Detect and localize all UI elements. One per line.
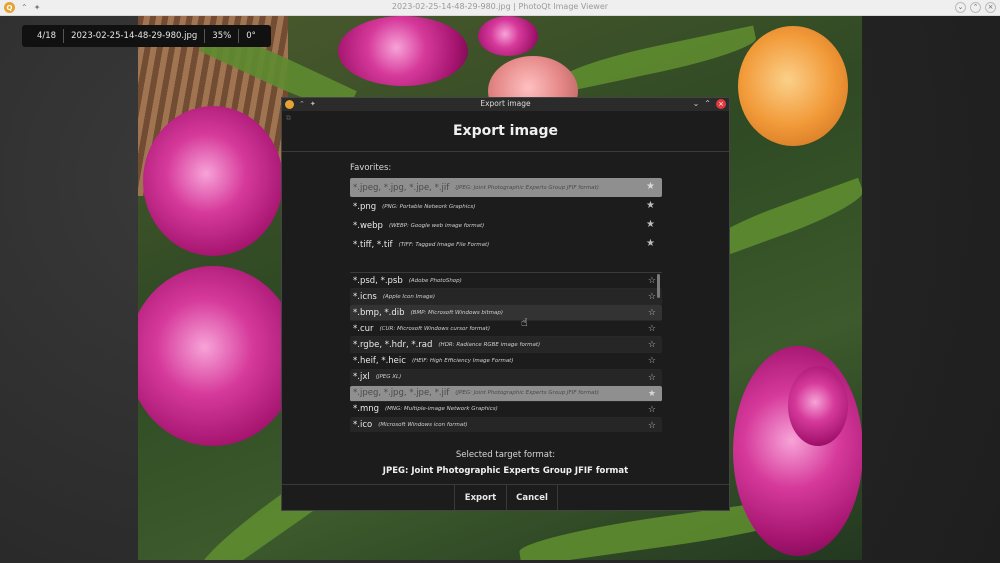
- format-extensions: *.ico: [353, 420, 373, 431]
- format-description: (Apple Icon Image): [382, 293, 435, 300]
- format-description: (CUR: Microsoft Windows cursor format): [379, 325, 490, 332]
- format-description: (JPEG: Joint Photographic Experts Group …: [455, 390, 599, 397]
- favorite-item[interactable]: *.webp (WEBP: Google web image format) ★: [350, 216, 662, 235]
- format-extensions: *.mng: [353, 404, 380, 415]
- format-extensions: *.jxl: [353, 372, 370, 383]
- orchid-flower: [478, 16, 538, 56]
- maximize-icon[interactable]: ⌃: [970, 2, 981, 13]
- format-extensions: *.bmp, *.dib: [353, 307, 405, 318]
- format-extensions: *.cur: [353, 323, 374, 334]
- popout-icon[interactable]: ⧉: [286, 114, 291, 123]
- close-icon[interactable]: ×: [985, 2, 996, 13]
- format-item[interactable]: *.jxl (JPEG XL) ☆: [350, 369, 662, 386]
- export-button[interactable]: Export: [454, 485, 506, 510]
- export-dialog: ⌃ ✦ Export image ⌄ ⌃ × ⧉ Export image Fa…: [281, 97, 730, 511]
- window-title: 2023-02-25-14-48-29-980.jpg | PhotoQt Im…: [391, 2, 609, 11]
- cancel-button[interactable]: Cancel: [506, 485, 558, 510]
- filename-label: 2023-02-25-14-48-29-980.jpg: [64, 29, 206, 43]
- star-icon[interactable]: ★: [646, 219, 655, 231]
- close-icon[interactable]: ×: [716, 99, 726, 109]
- format-item[interactable]: *.bmp, *.dib (BMP: Microsoft Windows bit…: [350, 305, 662, 322]
- window-controls: ⌄ ⌃ ×: [955, 2, 996, 13]
- star-outline-icon[interactable]: ☆: [648, 420, 656, 432]
- dialog-title: Export image: [480, 99, 531, 108]
- format-description: (WEBP: Google web image format): [388, 222, 485, 229]
- star-outline-icon[interactable]: ☆: [648, 291, 656, 303]
- orchid-flower: [143, 106, 283, 256]
- dialog-controls: ⌄ ⌃ ×: [693, 99, 726, 109]
- format-description: (BMP: Microsoft Windows bitmap): [410, 309, 503, 316]
- format-list[interactable]: *.psd, *.psb (Adobe PhotoShop) ☆ *.icns …: [350, 272, 662, 432]
- orchid-flower: [738, 26, 848, 146]
- hand-cursor-icon: ☝: [521, 316, 528, 329]
- star-outline-icon[interactable]: ☆: [648, 372, 656, 384]
- star-outline-icon[interactable]: ☆: [648, 404, 656, 416]
- format-item[interactable]: *.rgbe, *.hdr, *.rad (HDR: Radiance RGBE…: [350, 337, 662, 354]
- star-icon[interactable]: ★: [648, 388, 656, 400]
- format-item[interactable]: *.icns (Apple Icon Image) ☆: [350, 289, 662, 306]
- format-description: (JPEG: Joint Photographic Experts Group …: [455, 184, 599, 191]
- format-extensions: *.rgbe, *.hdr, *.rad: [353, 339, 433, 350]
- maximize-icon[interactable]: ⌃: [704, 99, 711, 109]
- format-item[interactable]: *.psd, *.psb (Adobe PhotoShop) ☆: [350, 273, 662, 290]
- orchid-flower: [338, 16, 468, 86]
- format-description: (JPEG XL): [375, 374, 402, 381]
- format-description: (HEIF: High Efficiency Image Format): [411, 358, 514, 365]
- format-extensions: *.jpeg, *.jpg, *.jpe, *.jif: [353, 388, 450, 399]
- star-outline-icon[interactable]: ☆: [648, 307, 656, 319]
- format-extensions: *.psd, *.psb: [353, 275, 403, 286]
- format-description: (HDR: Radiance RGBE image format): [438, 341, 541, 348]
- favorite-item[interactable]: *.jpeg, *.jpg, *.jpe, *.jif (JPEG: Joint…: [350, 178, 662, 197]
- format-description: (TIFF: Tagged Image File Format): [398, 241, 490, 248]
- format-description: (PNG: Portable Network Graphics): [382, 203, 476, 210]
- format-extensions: *.webp: [353, 220, 383, 231]
- format-item[interactable]: *.jpeg, *.jpg, *.jpe, *.jif (JPEG: Joint…: [350, 385, 662, 402]
- favorites-label: Favorites:: [350, 163, 392, 173]
- format-extensions: *.heif, *.heic: [353, 356, 406, 367]
- rotation-angle: 0°: [246, 31, 256, 41]
- star-outline-icon[interactable]: ☆: [648, 275, 656, 287]
- format-description: (Adobe PhotoShop): [408, 277, 462, 284]
- orchid-flower: [788, 366, 848, 446]
- star-outline-icon[interactable]: ☆: [648, 355, 656, 367]
- selected-format-label: Selected target format:: [455, 450, 556, 460]
- minimize-icon[interactable]: ⌄: [955, 2, 966, 13]
- dialog-titlebar: ⌃ ✦ Export image ⌄ ⌃ ×: [282, 98, 729, 111]
- dialog-button-bar: Export Cancel: [282, 484, 729, 510]
- format-list-scrollbar[interactable]: [657, 274, 660, 298]
- format-extensions: *.icns: [353, 291, 377, 302]
- favorite-item[interactable]: *.png (PNG: Portable Network Graphics) ★: [350, 197, 662, 216]
- format-item[interactable]: *.cur (CUR: Microsoft Windows cursor for…: [350, 321, 662, 338]
- star-icon[interactable]: ★: [646, 181, 655, 193]
- format-item[interactable]: *.ico (Microsoft Windows icon format) ☆: [350, 417, 662, 432]
- favorites-list: *.jpeg, *.jpg, *.jpe, *.jif (JPEG: Joint…: [350, 178, 662, 254]
- format-extensions: *.png: [353, 201, 377, 212]
- star-outline-icon[interactable]: ☆: [648, 323, 656, 335]
- favorite-item[interactable]: *.tiff, *.tif (TIFF: Tagged Image File F…: [350, 235, 662, 254]
- dialog-heading: Export image: [452, 123, 559, 139]
- format-extensions: *.tiff, *.tif: [353, 239, 393, 250]
- selected-format-value: JPEG: Joint Photographic Experts Group J…: [382, 466, 629, 476]
- image-counter: 4/18: [30, 29, 65, 43]
- format-item[interactable]: *.heif, *.heic (HEIF: High Efficiency Im…: [350, 353, 662, 370]
- star-icon[interactable]: ★: [646, 200, 655, 212]
- format-description: (Microsoft Windows icon format): [378, 422, 468, 429]
- star-outline-icon[interactable]: ☆: [648, 339, 656, 351]
- window-titlebar: Q ⌃ ✦ 2023-02-25-14-48-29-980.jpg | Phot…: [0, 0, 1000, 16]
- format-description: (MNG: Multiple-image Network Graphics): [385, 406, 498, 413]
- star-icon[interactable]: ★: [646, 238, 655, 250]
- orchid-flower: [138, 266, 298, 446]
- format-item[interactable]: *.mng (MNG: Multiple-image Network Graph…: [350, 402, 662, 418]
- leaf-shape: [557, 25, 759, 93]
- divider: [282, 151, 729, 152]
- zoom-level: 35%: [205, 29, 240, 43]
- info-bar: 4/18 2023-02-25-14-48-29-980.jpg 35% 0°: [22, 25, 271, 47]
- format-extensions: *.jpeg, *.jpg, *.jpe, *.jif: [353, 182, 450, 193]
- minimize-icon[interactable]: ⌄: [693, 99, 700, 109]
